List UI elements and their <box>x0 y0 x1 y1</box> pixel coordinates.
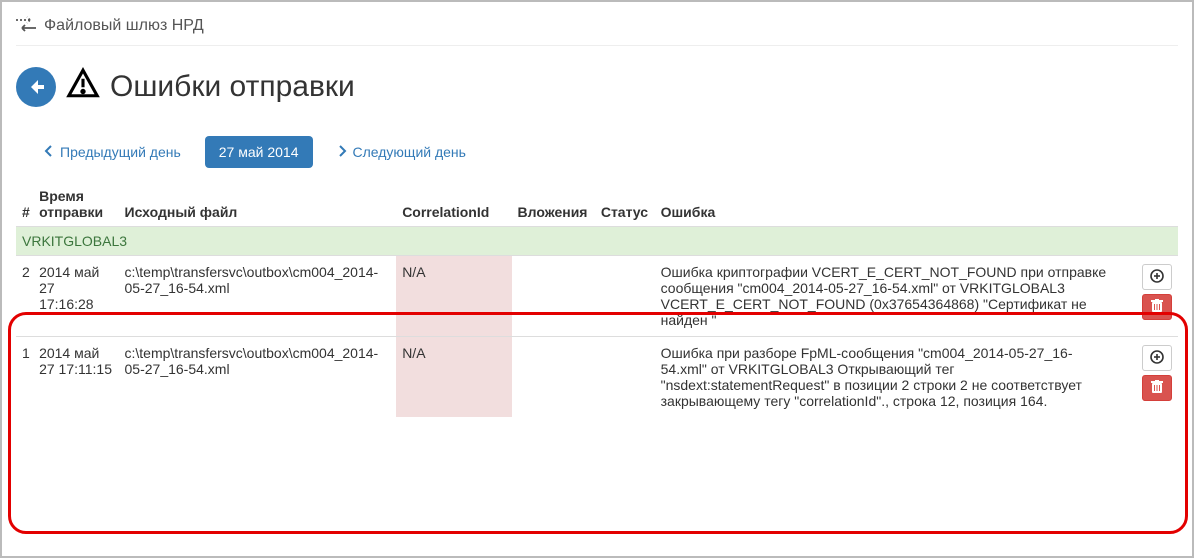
col-corr: CorrelationId <box>396 182 511 227</box>
col-att: Вложения <box>512 182 595 227</box>
prev-day-label: Предыдущий день <box>60 144 181 160</box>
cell-file: c:\temp\transfersvc\outbox\cm004_2014-05… <box>119 337 397 418</box>
cell-num: 1 <box>16 337 33 418</box>
col-status: Статус <box>595 182 655 227</box>
group-row: VRKITGLOBAL3 <box>16 227 1178 256</box>
cell-status <box>595 256 655 337</box>
delete-button[interactable] <box>1142 294 1172 320</box>
app-header: Файловый шлюз НРД <box>16 12 1178 45</box>
plus-circle-icon <box>1150 269 1164 286</box>
cell-time: 2014 май 27 17:11:15 <box>33 337 118 418</box>
details-button[interactable] <box>1142 264 1172 290</box>
chevron-right-icon <box>337 144 347 160</box>
cell-att <box>512 256 595 337</box>
page-title-text: Ошибки отправки <box>110 70 355 104</box>
table-row: 1 2014 май 27 17:11:15 c:\temp\transfers… <box>16 337 1178 418</box>
next-day-button[interactable]: Следующий день <box>323 136 480 168</box>
col-file: Исходный файл <box>119 182 397 227</box>
trash-icon <box>1151 299 1163 316</box>
plus-circle-icon <box>1150 350 1164 367</box>
cell-corr: N/A <box>396 256 511 337</box>
cell-err: Ошибка криптографии VCERT_E_CERT_NOT_FOU… <box>655 256 1125 337</box>
current-date-label: 27 май 2014 <box>219 144 299 160</box>
date-pager: Предыдущий день 27 май 2014 Следующий де… <box>30 136 1178 168</box>
table-row: 2 2014 май 27 17:16:28 c:\temp\transfers… <box>16 256 1178 337</box>
warning-icon <box>66 66 100 108</box>
delete-button[interactable] <box>1142 375 1172 401</box>
cell-time: 2014 май 27 17:16:28 <box>33 256 118 337</box>
chevron-left-icon <box>44 144 54 160</box>
prev-day-button[interactable]: Предыдущий день <box>30 136 195 168</box>
page-header: Ошибки отправки <box>16 66 1178 108</box>
col-num: # <box>16 182 33 227</box>
cell-num: 2 <box>16 256 33 337</box>
col-err: Ошибка <box>655 182 1125 227</box>
cell-file: c:\temp\transfersvc\outbox\cm004_2014-05… <box>119 256 397 337</box>
back-button[interactable] <box>16 67 56 107</box>
trash-icon <box>1151 380 1163 397</box>
page-title: Ошибки отправки <box>66 66 355 108</box>
cell-status <box>595 337 655 418</box>
cell-err: Ошибка при разборе FpML-сообщения "cm004… <box>655 337 1125 418</box>
details-button[interactable] <box>1142 345 1172 371</box>
cell-corr: N/A <box>396 337 511 418</box>
group-name: VRKITGLOBAL3 <box>16 227 1178 256</box>
col-time: Время отправки <box>33 182 118 227</box>
errors-table: # Время отправки Исходный файл Correlati… <box>16 182 1178 417</box>
next-day-label: Следующий день <box>353 144 466 160</box>
app-title: Файловый шлюз НРД <box>44 17 204 35</box>
cell-att <box>512 337 595 418</box>
current-date-button[interactable]: 27 май 2014 <box>205 136 313 168</box>
transfer-icon <box>16 16 36 35</box>
divider <box>16 45 1178 46</box>
